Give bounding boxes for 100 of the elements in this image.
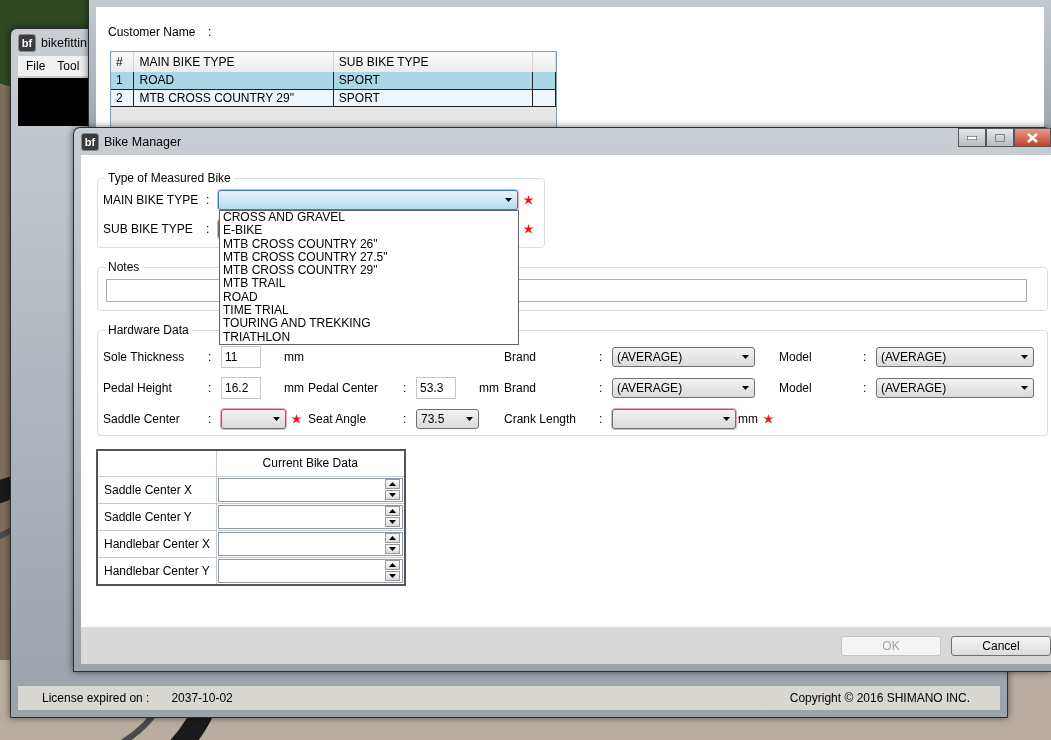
field-label: Pedal Height <box>103 381 173 395</box>
caret-icon <box>505 198 512 202</box>
window-title: Bike Manager <box>104 134 182 149</box>
unit-label: mm <box>284 381 304 395</box>
field-label: Sole Thickness <box>103 350 186 364</box>
spin-up-button[interactable] <box>385 479 400 489</box>
maximize-icon <box>995 133 1005 142</box>
dropdown[interactable]: (AVERAGE) <box>612 378 755 398</box>
dropdown-option[interactable]: TIME TRIAL <box>223 304 515 318</box>
field-label: Brand <box>504 350 538 364</box>
dropdown-option[interactable]: TOURING AND TREKKING <box>223 317 515 331</box>
up-arrow-icon <box>389 563 396 567</box>
field-separator: : <box>599 350 604 364</box>
spin-up-button[interactable] <box>385 560 400 570</box>
app-logo: bf <box>18 33 36 52</box>
dropdown-option[interactable]: MTB CROSS COUNTRY 27.5" <box>223 250 515 265</box>
number-field[interactable] <box>217 531 403 556</box>
group-title: Type of Measured Bike <box>107 171 232 185</box>
up-arrow-icon <box>389 536 396 540</box>
minimize-icon <box>967 135 977 140</box>
dropdown-option[interactable]: MTB CROSS COUNTRY 26" <box>223 237 515 251</box>
app-logo: bf <box>81 132 99 151</box>
field-separator: : <box>599 412 604 426</box>
field-separator: : <box>403 412 408 426</box>
dropdown-option[interactable]: ROAD <box>223 290 515 305</box>
menu-item[interactable]: File <box>20 59 52 73</box>
number-field[interactable] <box>217 477 403 502</box>
spin-down-button[interactable] <box>385 517 400 527</box>
dropdown-option[interactable]: E-BIKE <box>223 224 515 238</box>
dropdown-option[interactable]: TRIATHLON <box>223 330 515 344</box>
field-label: Brand <box>504 381 538 395</box>
minimize-button[interactable] <box>958 128 986 147</box>
down-arrow-icon <box>389 493 396 497</box>
down-arrow-icon <box>389 520 396 524</box>
input-field[interactable]: 16.2 <box>221 377 261 399</box>
row-header: Handlebar Center X <box>97 530 216 557</box>
dropdown-option[interactable]: MTB CROSS COUNTRY 29" <box>223 264 515 278</box>
window-title: bikefittin <box>41 35 87 50</box>
input-field[interactable]: 53.3 <box>416 377 456 399</box>
table-cell: SPORT <box>333 72 533 89</box>
license-date: 2037-10-02 <box>171 691 233 705</box>
dropdown-option[interactable]: MTB TRAIL <box>223 277 515 291</box>
field-label: Crank Length <box>504 412 578 426</box>
copyright-text: Copyright © 2016 SHIMANO INC. <box>789 691 970 705</box>
close-icon <box>1027 132 1038 143</box>
unit-label: mm <box>284 350 304 364</box>
field-label: MAIN BIKE TYPE <box>103 193 200 207</box>
field-label: Seat Angle <box>308 412 368 426</box>
dropdown[interactable]: (AVERAGE) <box>876 378 1034 398</box>
maximize-button[interactable] <box>986 128 1014 147</box>
down-arrow-icon <box>389 547 396 551</box>
caret-icon <box>742 386 749 390</box>
license-label: License expired on : <box>42 691 150 705</box>
dropdown[interactable] <box>612 409 736 429</box>
dropdown[interactable]: 73.5 <box>416 409 479 429</box>
field-label: Saddle Center <box>103 412 181 426</box>
field-label: Customer Name <box>108 25 197 39</box>
field-separator: : <box>208 350 213 364</box>
caret-icon <box>723 417 730 421</box>
number-field[interactable] <box>217 558 403 583</box>
spin-down-button[interactable] <box>385 571 400 581</box>
caret-icon <box>742 355 749 359</box>
table-row[interactable]: 2 MTB CROSS COUNTRY 29" SPORT <box>111 89 556 106</box>
column-header: SUB BIKE TYPE <box>333 52 533 72</box>
unit-label: mm <box>738 412 758 426</box>
dialog-button[interactable]: Cancel <box>951 635 1051 656</box>
menu-item[interactable]: Tool <box>51 59 86 73</box>
spin-down-button[interactable] <box>385 490 400 500</box>
down-arrow-icon <box>389 574 396 578</box>
number-field[interactable] <box>217 504 403 529</box>
field-separator: : <box>208 381 213 395</box>
dropdown[interactable] <box>221 409 286 429</box>
field-separator: : <box>208 412 213 426</box>
field-label: Pedal Center <box>308 381 380 395</box>
dropdown[interactable]: (AVERAGE) <box>876 347 1034 367</box>
column-header: # <box>111 52 134 72</box>
group-title: Hardware Data <box>107 323 190 337</box>
field-separator: : <box>206 222 211 236</box>
field-separator: : <box>863 381 868 395</box>
field-separator: : <box>863 350 868 364</box>
up-arrow-icon <box>389 482 396 486</box>
input-field[interactable]: 11 <box>221 346 261 368</box>
table-row[interactable]: 1 ROAD SPORT <box>111 72 556 89</box>
caret-icon <box>1021 386 1028 390</box>
table-cell: ROAD <box>133 72 334 89</box>
field-label: Model <box>779 350 813 364</box>
spin-up-button[interactable] <box>385 506 400 516</box>
dropdown-option[interactable]: CROSS AND GRAVEL <box>223 211 515 225</box>
field-label: SUB BIKE TYPE <box>103 222 194 236</box>
dropdown[interactable]: (AVERAGE) <box>612 347 755 367</box>
field-separator: : <box>208 25 212 39</box>
close-button[interactable] <box>1014 128 1051 147</box>
unit-label: mm <box>479 381 499 395</box>
field-separator: : <box>599 381 604 395</box>
field-label: Model <box>779 381 813 395</box>
spin-down-button[interactable] <box>385 544 400 554</box>
spin-up-button[interactable] <box>385 533 400 543</box>
caret-icon <box>466 417 473 421</box>
caret-icon <box>273 417 280 421</box>
up-arrow-icon <box>389 509 396 513</box>
